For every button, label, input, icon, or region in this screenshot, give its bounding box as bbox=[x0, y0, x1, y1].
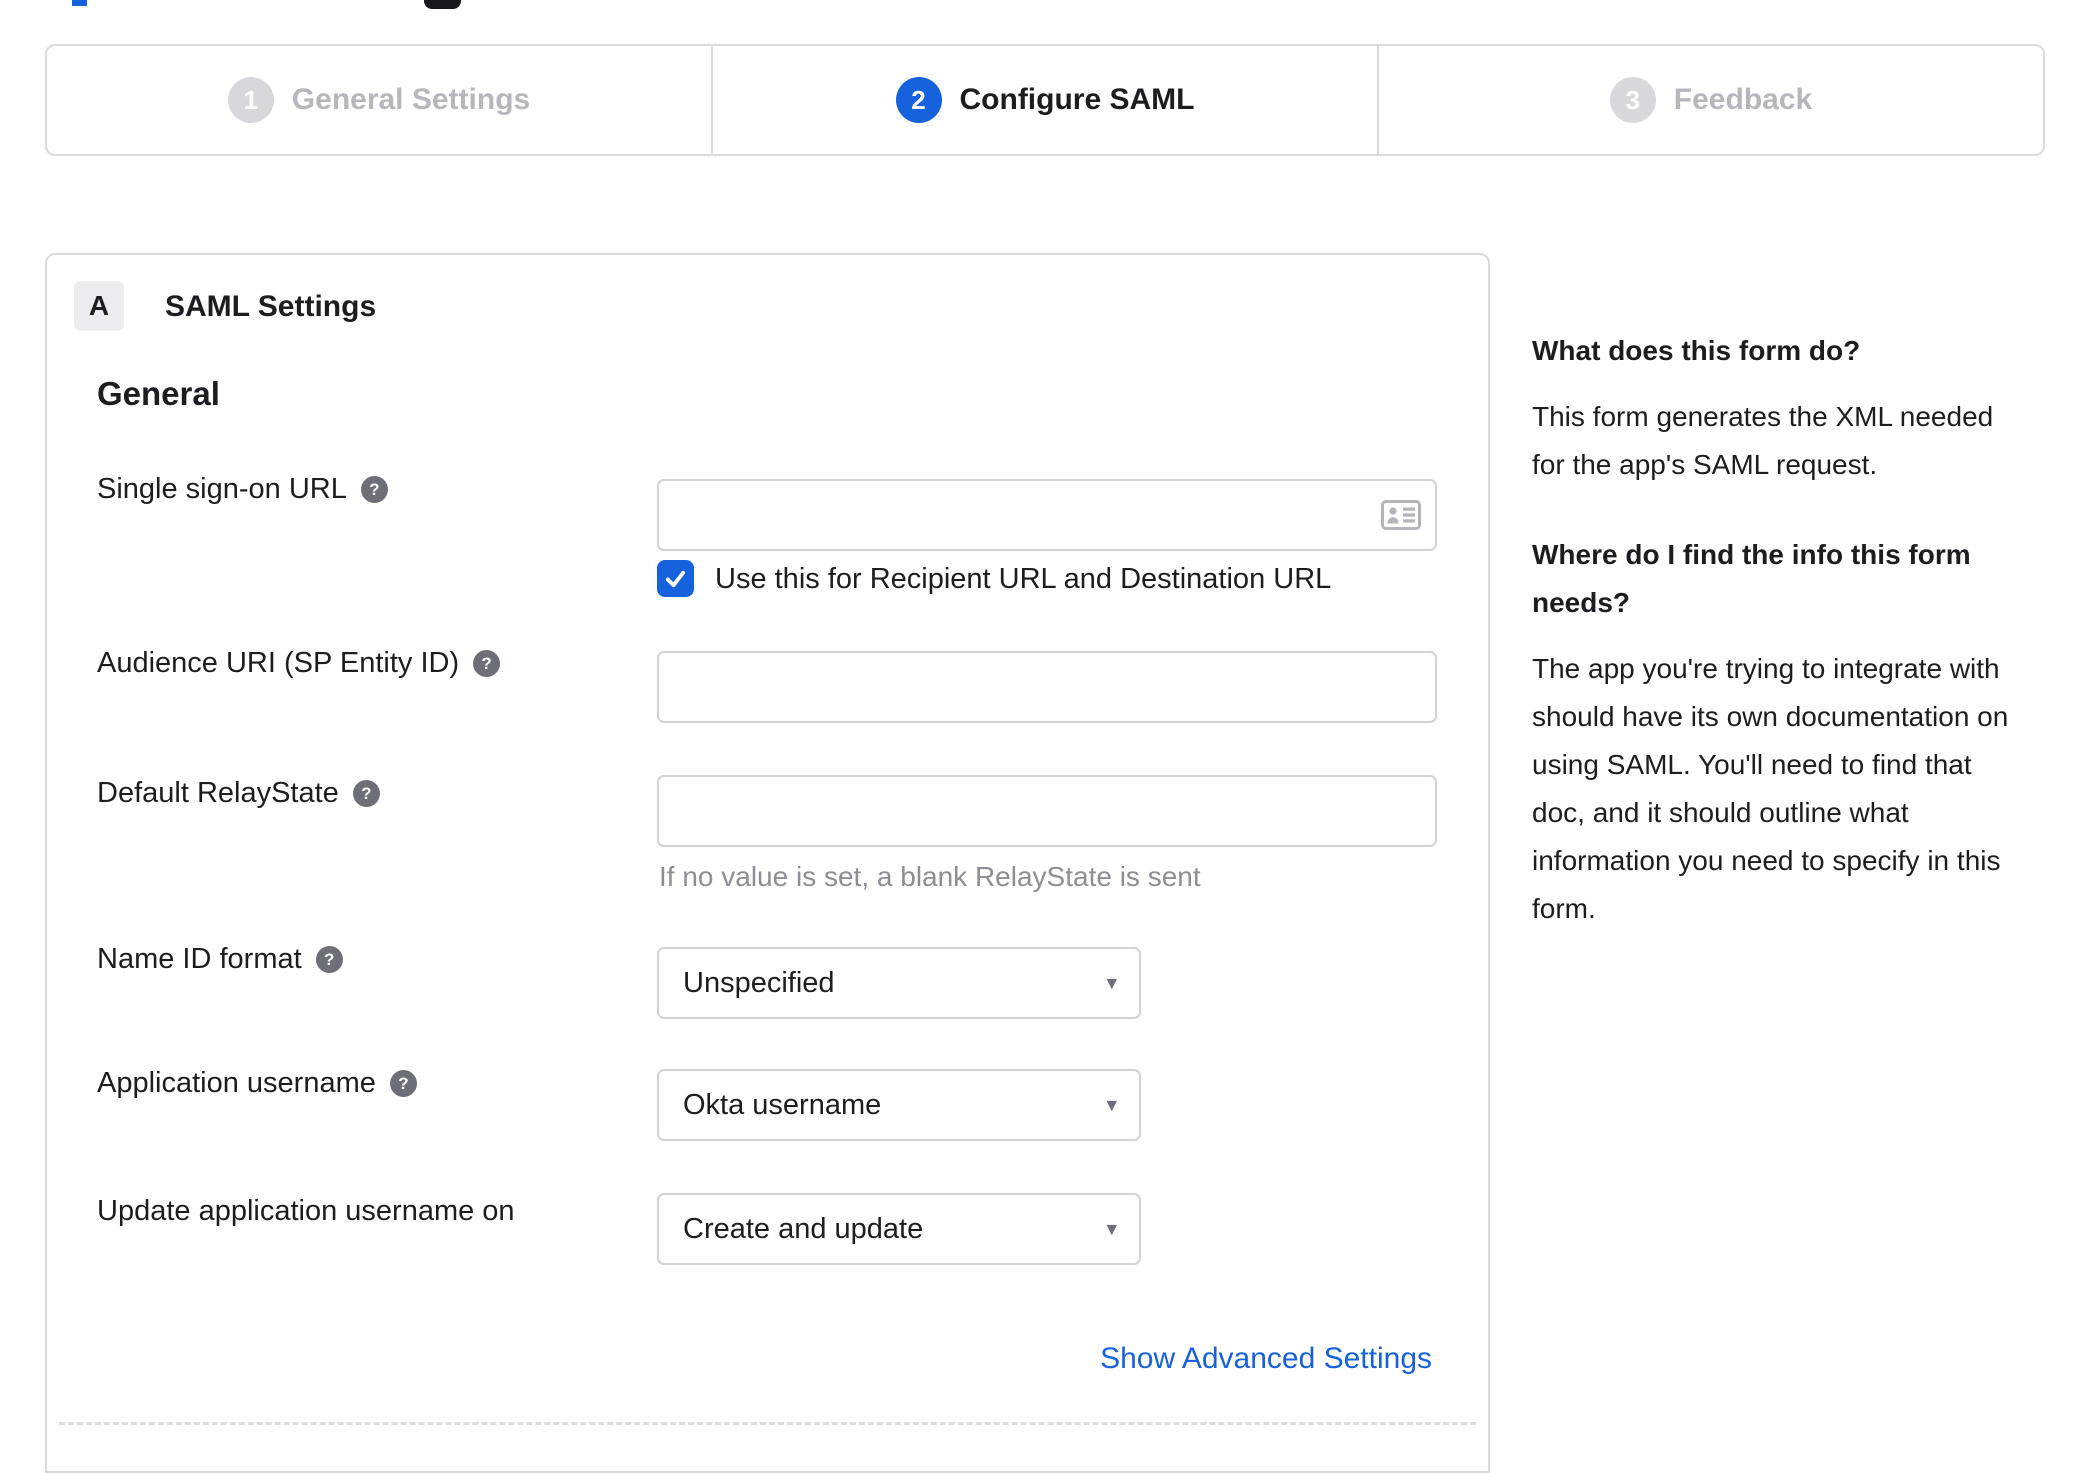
checkmark-icon bbox=[665, 570, 686, 588]
update-username-label: Update application username on bbox=[97, 1195, 515, 1228]
cropped-logo-artifact bbox=[424, 0, 461, 9]
sidebar-body-where: The app you're trying to integrate with … bbox=[1532, 653, 2009, 924]
saml-settings-panel: A SAML Settings General Single sign-on U… bbox=[45, 253, 1490, 1473]
step-number-badge: 3 bbox=[1609, 77, 1656, 123]
step-label: Configure SAML bbox=[959, 83, 1195, 116]
nameid-format-value: Unspecified bbox=[683, 966, 835, 999]
chevron-down-icon: ▾ bbox=[1106, 971, 1117, 995]
sso-url-input[interactable] bbox=[657, 479, 1437, 551]
sidebar-body-what: This form generates the XML needed for t… bbox=[1532, 401, 1994, 480]
app-username-help-icon[interactable]: ? bbox=[389, 1070, 417, 1097]
app-username-select[interactable]: Okta username ▾ bbox=[657, 1069, 1141, 1141]
relaystate-label-text: Default RelayState bbox=[97, 777, 339, 809]
chevron-down-icon: ▾ bbox=[1106, 1217, 1117, 1241]
recipient-url-checkbox-label[interactable]: Use this for Recipient URL and Destinati… bbox=[715, 563, 1331, 596]
step-configure-saml[interactable]: 2 Configure SAML bbox=[711, 46, 1377, 154]
general-heading: General bbox=[97, 375, 220, 412]
recipient-url-checkbox[interactable] bbox=[657, 560, 694, 597]
audience-uri-label-text: Audience URI (SP Entity ID) bbox=[97, 647, 460, 679]
step-number-badge: 2 bbox=[895, 77, 942, 123]
app-username-label: Application username ? bbox=[97, 1067, 417, 1100]
nameid-format-select[interactable]: Unspecified ▾ bbox=[657, 947, 1141, 1019]
update-username-value: Create and update bbox=[683, 1212, 924, 1245]
chevron-down-icon: ▾ bbox=[1106, 1093, 1117, 1117]
cropped-blue-artifact bbox=[72, 0, 87, 6]
update-username-label-text: Update application username on bbox=[97, 1195, 515, 1227]
app-username-value: Okta username bbox=[683, 1088, 882, 1121]
sidebar-heading-where: Where do I find the info this form needs… bbox=[1532, 539, 1971, 618]
relaystate-input[interactable] bbox=[657, 775, 1437, 847]
variable-picker-icon[interactable] bbox=[1381, 500, 1421, 530]
sidebar-heading-what: What does this form do? bbox=[1532, 335, 1861, 366]
step-label: Feedback bbox=[1673, 83, 1813, 116]
nameid-format-label: Name ID format ? bbox=[97, 943, 343, 976]
audience-uri-label: Audience URI (SP Entity ID) ? bbox=[97, 647, 501, 680]
update-username-select[interactable]: Create and update ▾ bbox=[657, 1193, 1141, 1265]
sso-url-label: Single sign-on URL ? bbox=[97, 473, 388, 506]
help-sidebar: What does this form do? This form genera… bbox=[1532, 327, 2072, 975]
relaystate-help-icon[interactable]: ? bbox=[352, 780, 380, 807]
sso-url-help-icon[interactable]: ? bbox=[360, 476, 388, 503]
nameid-format-label-text: Name ID format bbox=[97, 943, 302, 975]
app-username-label-text: Application username bbox=[97, 1067, 376, 1099]
step-general-settings[interactable]: 1 General Settings bbox=[47, 46, 711, 154]
relaystate-hint: If no value is set, a blank RelayState i… bbox=[659, 861, 1201, 892]
show-advanced-settings-link[interactable]: Show Advanced Settings bbox=[1100, 1342, 1432, 1376]
step-feedback[interactable]: 3 Feedback bbox=[1377, 46, 2043, 154]
section-title: SAML Settings bbox=[165, 290, 377, 323]
sso-url-label-text: Single sign-on URL bbox=[97, 473, 347, 505]
section-dashed-divider bbox=[59, 1422, 1476, 1425]
nameid-format-help-icon[interactable]: ? bbox=[315, 946, 343, 973]
wizard-stepper: 1 General Settings 2 Configure SAML 3 Fe… bbox=[45, 44, 2045, 156]
relaystate-label: Default RelayState ? bbox=[97, 777, 380, 810]
audience-uri-input[interactable] bbox=[657, 651, 1437, 723]
step-label: General Settings bbox=[291, 83, 531, 116]
step-number-badge: 1 bbox=[227, 77, 274, 123]
section-a-badge: A bbox=[74, 281, 124, 331]
audience-uri-help-icon[interactable]: ? bbox=[473, 650, 501, 677]
